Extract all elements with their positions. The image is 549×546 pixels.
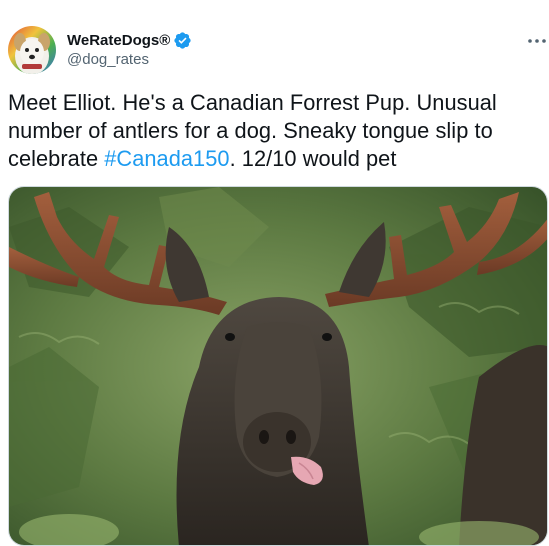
more-options-icon[interactable] xyxy=(526,34,548,46)
author-handle[interactable]: @dog_rates xyxy=(67,51,149,68)
author-name-row[interactable]: WeRateDogs® xyxy=(67,30,192,50)
hashtag-link[interactable]: #Canada150 xyxy=(104,146,229,171)
tweet-media-photo[interactable] xyxy=(8,186,548,546)
tweet-text: Meet Elliot. He's a Canadian Forrest Pup… xyxy=(8,89,546,173)
avatar[interactable] xyxy=(8,26,56,74)
dog-avatar-icon xyxy=(8,26,56,74)
tweet-card: WeRateDogs® @dog_rates Meet Elliot. He's… xyxy=(0,0,549,546)
moose-photo xyxy=(9,187,547,545)
verified-badge-icon xyxy=(173,31,192,50)
display-name[interactable]: WeRateDogs® xyxy=(67,32,170,49)
tweet-text-rating: . 12/10 would pet xyxy=(229,146,397,171)
